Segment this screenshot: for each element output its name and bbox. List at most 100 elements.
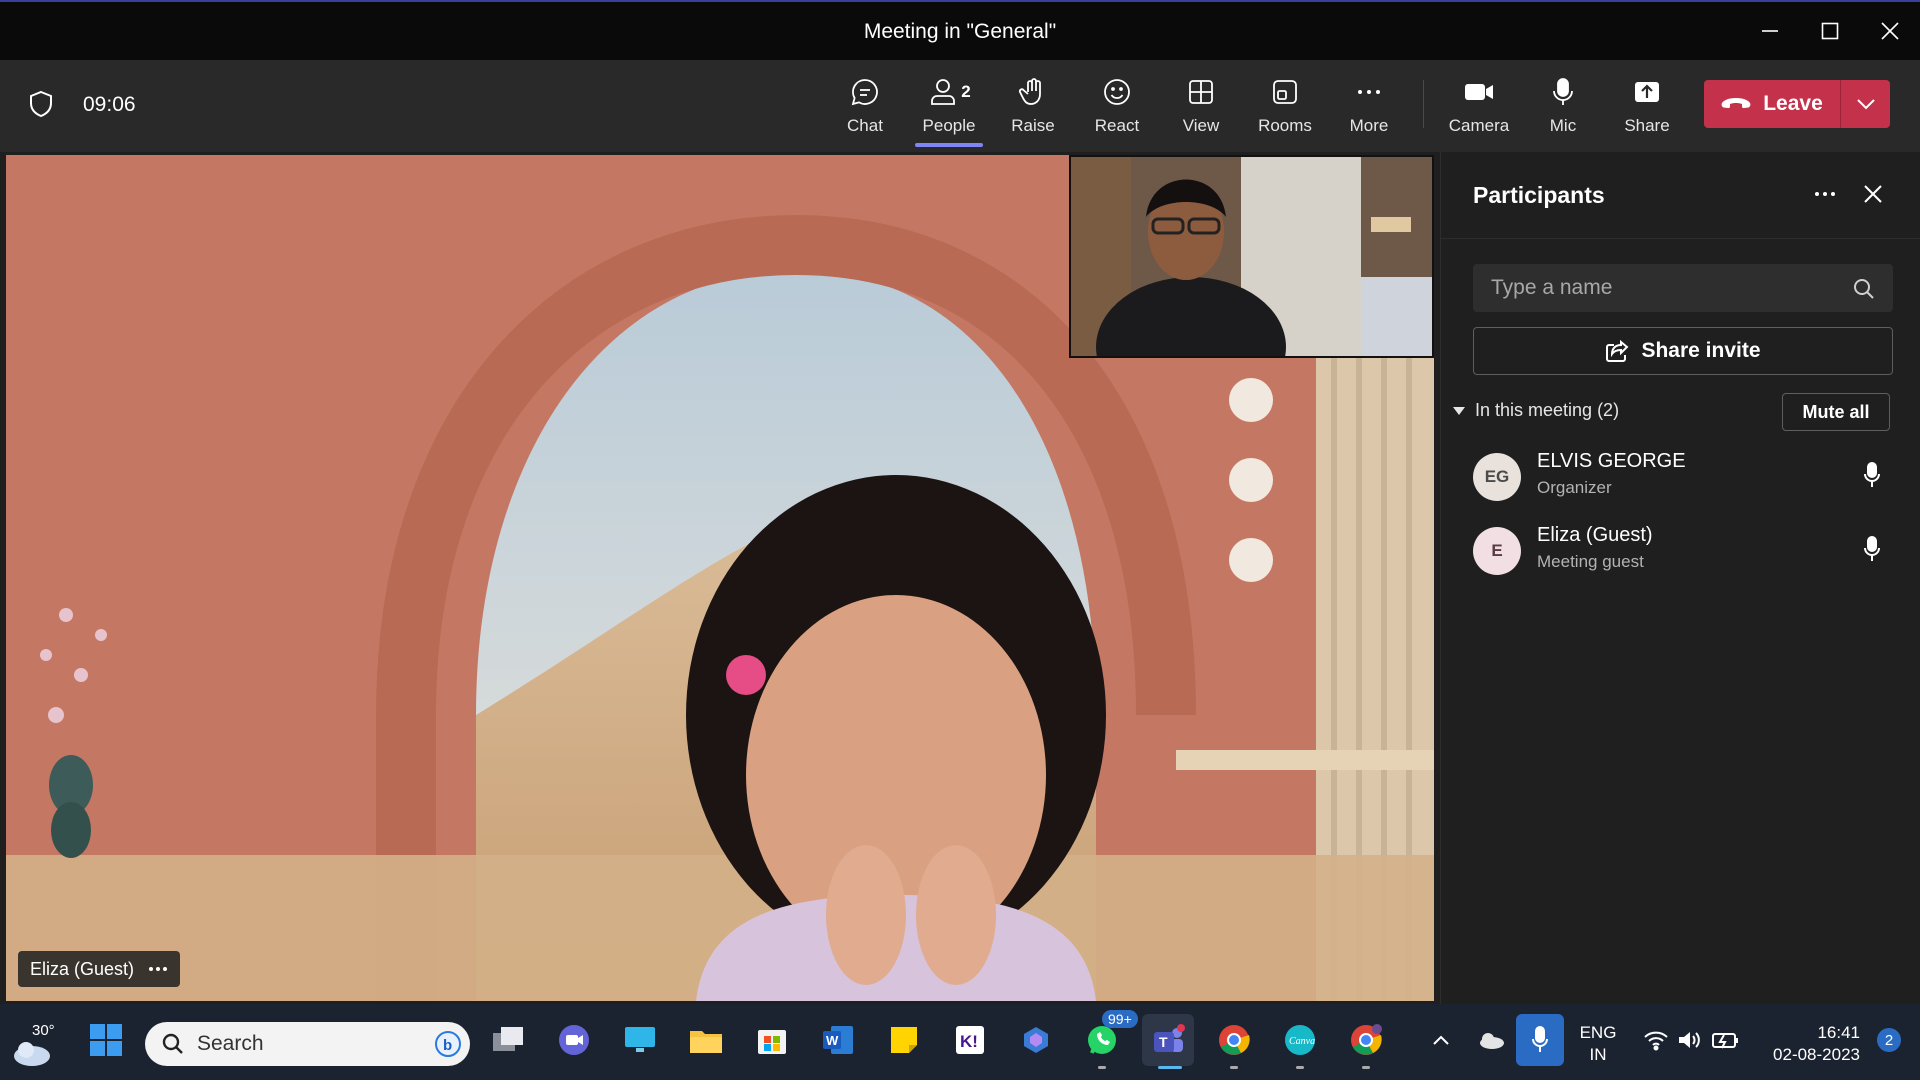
mic-in-use-button[interactable] xyxy=(1516,1014,1564,1066)
search-icon xyxy=(162,1033,183,1054)
maximize-button[interactable] xyxy=(1800,2,1860,60)
volume-icon xyxy=(1679,1032,1700,1048)
participant-role: Meeting guest xyxy=(1537,552,1644,571)
speaker-name-tag[interactable]: Eliza (Guest) xyxy=(18,951,181,987)
people-count: 2 xyxy=(961,82,971,101)
raise-label: Raise xyxy=(1011,116,1055,135)
teams-chat-app[interactable] xyxy=(548,1014,600,1066)
people-label: People xyxy=(922,116,976,135)
close-panel-button[interactable] xyxy=(1853,174,1893,214)
clock-date: 02-08-2023 xyxy=(1773,1045,1860,1064)
task-view-button[interactable] xyxy=(482,1014,534,1066)
toolbar-separator xyxy=(1423,80,1424,128)
whatsapp-icon xyxy=(1088,1026,1116,1054)
mute-all-button[interactable]: Mute all xyxy=(1782,393,1890,431)
more-button[interactable]: More xyxy=(1327,72,1411,144)
weather-widget[interactable]: 30° xyxy=(12,1016,58,1068)
show-hidden-icons-button[interactable] xyxy=(1416,1014,1466,1066)
avatar: EG xyxy=(1473,453,1521,501)
rooms-button[interactable]: Rooms xyxy=(1243,72,1327,144)
chevron-down-icon xyxy=(1856,99,1875,110)
more-icon[interactable] xyxy=(148,966,168,972)
mic-button[interactable]: Mic xyxy=(1521,72,1605,144)
participant-name: Eliza (Guest) xyxy=(1537,524,1653,546)
raise-hand-button[interactable]: Raise xyxy=(991,72,1075,144)
caret-down-icon xyxy=(1453,406,1465,415)
copilot-app[interactable] xyxy=(1010,1014,1062,1066)
running-indicator xyxy=(1230,1066,1238,1069)
running-indicator xyxy=(1296,1066,1304,1069)
search-icon xyxy=(1854,279,1874,299)
react-label: React xyxy=(1094,116,1140,135)
people-button[interactable]: 2 People xyxy=(907,72,991,144)
participant-name: ELVIS GEORGE xyxy=(1537,450,1686,472)
view-button[interactable]: View xyxy=(1159,72,1243,144)
leave-control: Leave xyxy=(1704,80,1890,128)
teams-app[interactable]: T xyxy=(1142,1014,1194,1066)
notifications-button[interactable]: 2 xyxy=(1864,1014,1914,1066)
mic-label: Mic xyxy=(1549,116,1577,135)
share-label: Share xyxy=(1624,116,1670,135)
camera-label: Camera xyxy=(1448,116,1510,135)
chat-button[interactable]: Chat xyxy=(823,72,907,144)
svg-text:K!: K! xyxy=(960,1032,978,1051)
participant-role: Organizer xyxy=(1537,478,1612,497)
chrome-app[interactable] xyxy=(1208,1014,1260,1066)
word-app[interactable]: W xyxy=(812,1014,864,1066)
participant-search-input[interactable] xyxy=(1473,264,1893,312)
desktop-app[interactable] xyxy=(614,1014,666,1066)
teams-icon: T xyxy=(1154,1024,1185,1052)
close-window-button[interactable] xyxy=(1860,2,1920,60)
self-view-video[interactable] xyxy=(1069,155,1434,358)
svg-text:Canva: Canva xyxy=(1289,1036,1315,1047)
quick-settings-button[interactable] xyxy=(1632,1014,1750,1066)
maximize-icon xyxy=(1821,22,1839,40)
speaker-name: Eliza (Guest) xyxy=(30,958,135,979)
rooms-label: Rooms xyxy=(1258,116,1312,135)
phone-hangup-icon xyxy=(1721,98,1751,109)
canva-app[interactable]: Canva xyxy=(1274,1014,1326,1066)
svg-text:W: W xyxy=(826,1033,839,1048)
clock[interactable]: 16:41 02-08-2023 xyxy=(1756,1022,1860,1066)
more-label: More xyxy=(1349,116,1389,135)
sticky-notes-app[interactable] xyxy=(878,1014,930,1066)
more-icon xyxy=(1358,90,1380,94)
participants-more-button[interactable] xyxy=(1805,174,1845,214)
share-button[interactable]: Share xyxy=(1605,72,1689,144)
chevron-up-icon xyxy=(1433,1035,1449,1045)
chrome-profile-app[interactable] xyxy=(1340,1014,1392,1066)
region-code: IN xyxy=(1589,1045,1607,1064)
battery-icon xyxy=(1712,1033,1738,1049)
start-button[interactable] xyxy=(80,1014,132,1066)
smile-icon xyxy=(1104,79,1130,105)
kahoot-icon: K! xyxy=(956,1026,984,1054)
self-view-image xyxy=(1071,157,1432,356)
camera-button[interactable]: Camera xyxy=(1437,72,1521,144)
react-button[interactable]: React xyxy=(1075,72,1159,144)
taskbar-search-box[interactable]: Search b xyxy=(145,1022,470,1066)
leave-button[interactable]: Leave xyxy=(1704,80,1840,128)
close-icon xyxy=(1881,22,1899,40)
whatsapp-badge: 99+ xyxy=(1102,1010,1138,1028)
cloud-icon xyxy=(1480,1033,1504,1049)
hand-icon xyxy=(1019,78,1041,105)
wifi-icon xyxy=(1644,1031,1668,1051)
in-meeting-label: In this meeting (2) xyxy=(1475,400,1620,420)
leave-options-button[interactable] xyxy=(1841,80,1890,128)
shield-icon[interactable] xyxy=(28,90,54,118)
participant-row[interactable]: EG ELVIS GEORGE Organizer xyxy=(1473,448,1893,512)
kahoot-app[interactable]: K! xyxy=(944,1014,996,1066)
share-invite-button[interactable]: Share invite xyxy=(1473,327,1893,375)
share-icon xyxy=(1635,82,1659,102)
panel-divider xyxy=(1441,238,1920,239)
minimize-button[interactable] xyxy=(1740,2,1800,60)
store-app[interactable] xyxy=(746,1014,798,1066)
chat-label: Chat xyxy=(847,116,883,135)
whatsapp-app[interactable]: 99+ xyxy=(1076,1010,1138,1066)
onedrive-button[interactable] xyxy=(1466,1014,1516,1066)
monitor-icon xyxy=(625,1027,655,1052)
in-meeting-section-toggle[interactable]: In this meeting (2) xyxy=(1453,400,1619,421)
file-explorer-app[interactable] xyxy=(680,1014,732,1066)
participant-row[interactable]: E Eliza (Guest) Meeting guest xyxy=(1473,522,1893,586)
language-indicator[interactable]: ENG IN xyxy=(1572,1022,1624,1066)
